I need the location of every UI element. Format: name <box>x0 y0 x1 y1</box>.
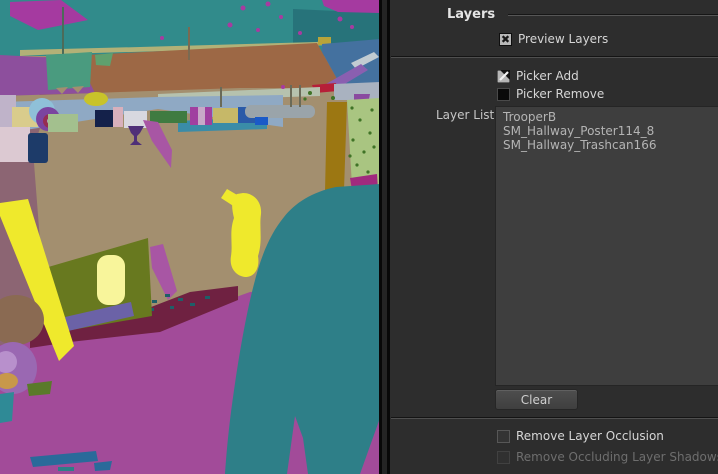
shelf-item <box>124 111 147 128</box>
post <box>299 85 301 107</box>
layer-list[interactable]: TrooperB SM_Hallway_Poster114_8 SM_Hallw… <box>495 106 718 386</box>
separator <box>391 56 718 57</box>
picker-window: Layers ✖ Preview Layers Picker Add Picke… <box>0 0 718 474</box>
wire <box>188 27 190 60</box>
floor-strip <box>58 467 74 471</box>
post <box>220 87 222 107</box>
post <box>290 85 292 107</box>
remove-occluding-layer-shadows-checkbox[interactable] <box>497 451 510 464</box>
trooper-highlight <box>231 193 261 277</box>
plant-wall <box>347 98 380 186</box>
picker-remove-label: Picker Remove <box>516 88 604 101</box>
panel-divider-groove <box>382 0 387 474</box>
trashcan-highlight <box>97 255 125 305</box>
remove-layer-occlusion-label: Remove Layer Occlusion <box>516 430 664 443</box>
yellow-ball <box>84 92 108 106</box>
shelf-item <box>213 108 238 123</box>
green-box <box>150 111 187 123</box>
lamp-cord <box>62 7 64 56</box>
shelf-item <box>198 107 205 125</box>
picker-remove-checkbox[interactable] <box>497 88 510 101</box>
segmentation-image[interactable] <box>0 0 380 474</box>
layer-list-item[interactable]: TrooperB <box>503 110 718 124</box>
panel-title: Layers <box>447 7 495 22</box>
shelf-item <box>255 117 268 125</box>
preview-layers-label: Preview Layers <box>518 33 608 46</box>
layer-list-label: Layer List <box>436 109 494 122</box>
segmentation-viewport[interactable] <box>0 0 380 474</box>
ceiling-dark-region <box>293 9 380 45</box>
green-sign <box>95 53 113 66</box>
panel-divider <box>379 0 390 474</box>
navy-box <box>95 110 113 127</box>
clutter-blob <box>0 392 14 423</box>
layer-list-item[interactable]: SM_Hallway_Poster114_8 <box>503 124 718 138</box>
remove-layer-occlusion-checkbox[interactable] <box>497 430 510 443</box>
clear-button[interactable]: Clear <box>495 389 578 410</box>
picker-add-label: Picker Add <box>516 70 579 83</box>
layers-panel: Layers ✖ Preview Layers Picker Add Picke… <box>390 0 718 474</box>
title-rule <box>508 15 718 16</box>
layer-list-item[interactable]: SM_Hallway_Trashcan166 <box>503 138 718 152</box>
shelf-item <box>113 107 123 127</box>
pink-box <box>0 127 30 162</box>
preview-layers-checkbox[interactable]: ✖ <box>499 33 512 46</box>
navy-box <box>28 133 48 163</box>
separator <box>391 417 718 418</box>
lamp-shade <box>46 52 92 90</box>
picker-add-checkbox[interactable] <box>497 70 510 83</box>
remove-occluding-layer-shadows-label: Remove Occluding Layer Shadows <box>516 451 718 464</box>
gray-pipe <box>245 105 315 118</box>
mustard-strip <box>325 102 347 192</box>
shelf-item <box>48 114 78 132</box>
